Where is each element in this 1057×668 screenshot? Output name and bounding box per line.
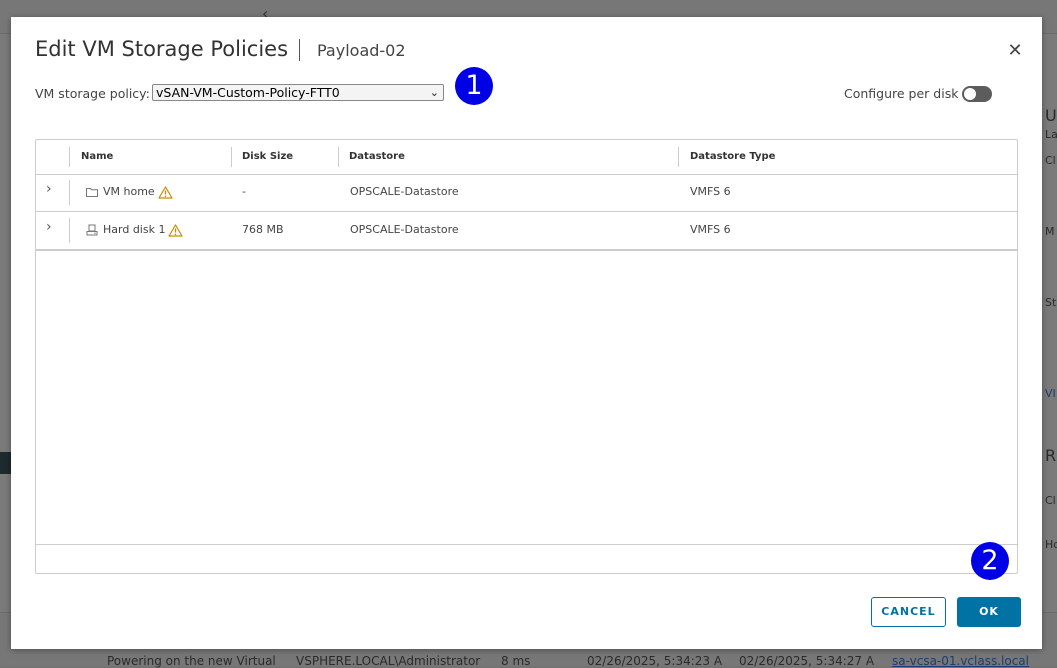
disk-policy-grid: Name Disk Size Datastore Datastore Type … bbox=[35, 139, 1018, 574]
hard-disk-icon bbox=[86, 224, 98, 236]
row-name: Hard disk 1 bbox=[103, 223, 166, 236]
background-right-panel: U La Cl M St VI R Cl Ho bbox=[1043, 100, 1057, 600]
bg-fragment: Ho bbox=[1045, 538, 1057, 551]
column-header-name[interactable]: Name bbox=[81, 140, 113, 174]
bg-fragment: VI bbox=[1045, 387, 1056, 400]
column-header-datastore[interactable]: Datastore bbox=[349, 140, 405, 174]
column-divider bbox=[69, 147, 70, 167]
toggle-knob bbox=[964, 88, 976, 100]
grid-footer bbox=[36, 544, 1017, 575]
row-expand-chevron-icon[interactable]: › bbox=[46, 174, 60, 211]
annotation-badge-1: 1 bbox=[455, 67, 493, 105]
configure-per-disk-label: Configure per disk bbox=[844, 86, 959, 101]
folder-icon bbox=[86, 188, 98, 197]
column-header-disk-size[interactable]: Disk Size bbox=[242, 140, 293, 174]
column-divider[interactable] bbox=[231, 147, 232, 167]
warning-icon bbox=[158, 185, 173, 199]
storage-policy-select[interactable]: vSAN-VM-Custom-Policy-FTT0 ⌄ bbox=[152, 84, 444, 101]
column-header-datastore-type[interactable]: Datastore Type bbox=[690, 140, 775, 174]
bg-task-queued: 8 ms bbox=[501, 654, 531, 668]
chevron-down-icon: ⌄ bbox=[429, 86, 439, 99]
row-name-cell: Hard disk 1 bbox=[86, 212, 184, 249]
bg-fragment: M bbox=[1045, 225, 1055, 238]
row-divider bbox=[69, 180, 70, 205]
column-divider[interactable] bbox=[678, 147, 679, 167]
row-datastore-type: VMFS 6 bbox=[690, 223, 731, 236]
grid-header: Name Disk Size Datastore Datastore Type bbox=[36, 140, 1017, 175]
row-disk-size: 768 MB bbox=[242, 223, 284, 236]
row-datastore-type: VMFS 6 bbox=[690, 185, 731, 198]
cancel-button[interactable]: CANCEL bbox=[871, 597, 946, 627]
warning-icon bbox=[168, 223, 184, 237]
row-divider bbox=[69, 218, 70, 243]
row-name-cell: VM home bbox=[86, 174, 173, 211]
close-icon[interactable]: ✕ bbox=[1004, 40, 1026, 62]
storage-policy-value: vSAN-VM-Custom-Policy-FTT0 bbox=[156, 85, 340, 100]
bg-fragment: Cl bbox=[1045, 154, 1056, 167]
bg-fragment: R bbox=[1045, 446, 1057, 465]
table-row[interactable]: › Hard disk 1 768 MB OPSCALE-Datastore V… bbox=[36, 212, 1017, 251]
configure-per-disk-toggle[interactable] bbox=[962, 86, 992, 102]
dialog-title: Edit VM Storage Policies bbox=[35, 37, 289, 61]
ok-button[interactable]: OK bbox=[957, 597, 1021, 627]
bg-fragment: St bbox=[1045, 296, 1057, 309]
dialog-subtitle-vm-name: Payload-02 bbox=[317, 41, 406, 60]
row-expand-chevron-icon[interactable]: › bbox=[46, 212, 60, 249]
bg-task-start: 02/26/2025, 5:34:23 A bbox=[587, 654, 723, 668]
bg-task-completion: 02/26/2025, 5:34:27 A bbox=[739, 654, 875, 668]
row-disk-size: - bbox=[242, 185, 246, 198]
bg-task-initiator: VSPHERE.LOCAL\Administrator bbox=[296, 654, 481, 668]
annotation-badge-2: 2 bbox=[971, 542, 1009, 580]
bg-fragment: U bbox=[1045, 106, 1057, 125]
bg-fragment: La bbox=[1045, 128, 1057, 141]
column-divider[interactable] bbox=[338, 147, 339, 167]
row-datastore: OPSCALE-Datastore bbox=[350, 185, 459, 198]
edit-storage-policies-dialog: Edit VM Storage Policies Payload-02 ✕ VM… bbox=[11, 17, 1042, 649]
row-name: VM home bbox=[103, 185, 155, 198]
table-row[interactable]: › VM home - OPSCALE-Datastore VMFS 6 bbox=[36, 174, 1017, 212]
bg-fragment: Cl bbox=[1045, 494, 1056, 507]
storage-policy-label: VM storage policy: bbox=[35, 86, 150, 101]
title-divider bbox=[299, 39, 300, 61]
bg-task-server[interactable]: sa-vcsa-01.vclass.local bbox=[892, 654, 1029, 668]
row-datastore: OPSCALE-Datastore bbox=[350, 223, 459, 236]
bg-task-name: Powering on the new Virtual bbox=[107, 654, 276, 668]
